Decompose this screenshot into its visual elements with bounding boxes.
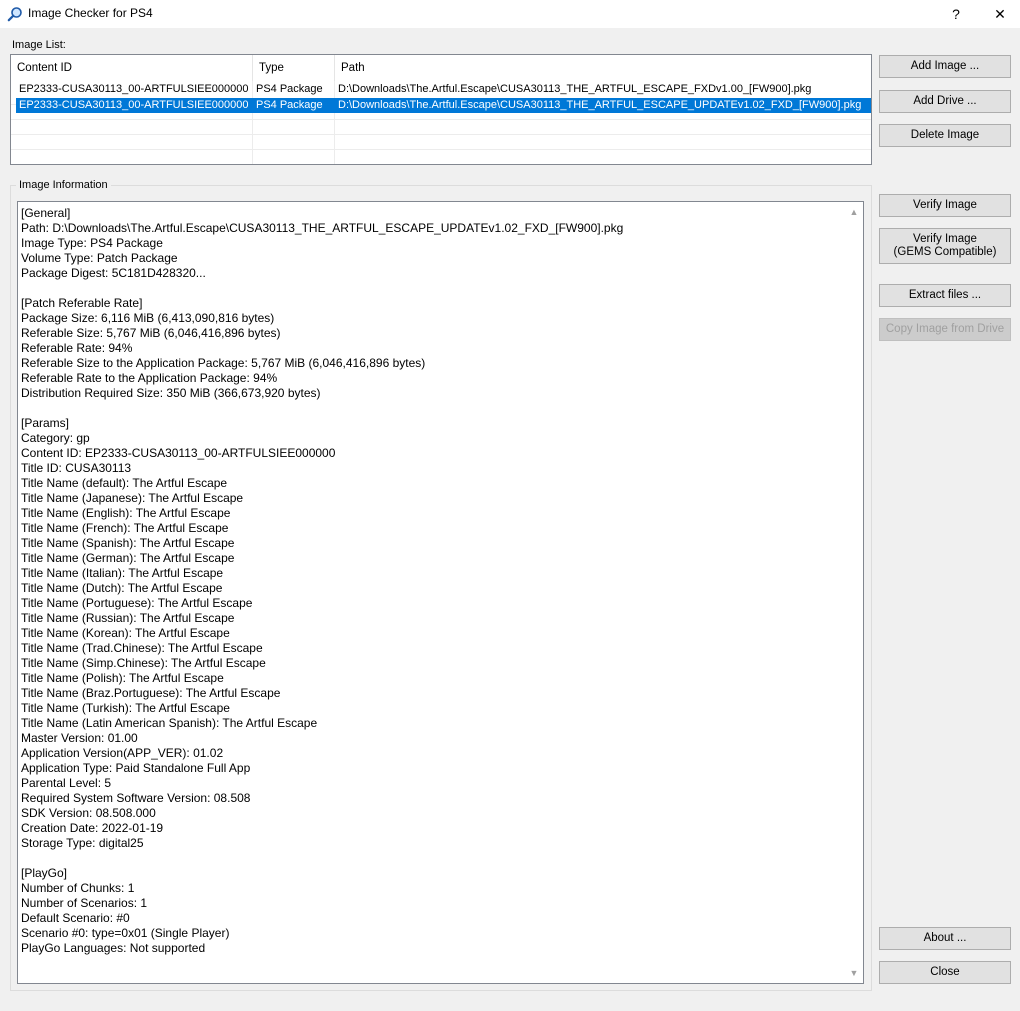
window-title: Image Checker for PS4 [28,6,153,20]
close-window-button[interactable]: ✕ [978,0,1020,28]
info-line: Parental Level: 5 [21,776,112,790]
info-line: Referable Rate to the Application Packag… [21,371,278,385]
info-line: Title Name (Korean): The Artful Escape [21,626,230,640]
list-header: Content ID Type Path [11,55,871,81]
info-line: Path: D:\Downloads\The.Artful.Escape\CUS… [21,221,624,235]
info-line: Title Name (Braz.Portuguese): The Artful… [21,686,281,700]
info-line: Title Name (Simp.Chinese): The Artful Es… [21,656,266,670]
info-line: PlayGo Languages: Not supported [21,941,206,955]
title-bar: Image Checker for PS4 ? ✕ [0,0,1020,28]
info-line: Title Name (Japanese): The Artful Escape [21,491,244,505]
info-line: Title Name (Trad.Chinese): The Artful Es… [21,641,263,655]
verify-image-button[interactable]: Verify Image [879,194,1011,217]
info-line: [PlayGo] [21,866,68,880]
scroll-down-icon[interactable]: ▼ [848,967,860,979]
cell-type: PS4 Package [256,83,323,95]
magnifier-app-icon [7,7,22,22]
column-header-path[interactable]: Path [335,55,871,81]
info-line: Required System Software Version: 08.508 [21,791,251,805]
info-line: Title Name (Italian): The Artful Escape [21,566,224,580]
add-drive-button[interactable]: Add Drive ... [879,90,1011,113]
image-information-text: [General] Path: D:\Downloads\The.Artful.E… [21,206,841,956]
info-line: Number of Scenarios: 1 [21,896,148,910]
extract-files-button[interactable]: Extract files ... [879,284,1011,307]
info-line: [Patch Referable Rate] [21,296,143,310]
image-list-label: Image List: [12,39,66,51]
verify-gems-line1: Verify Image [913,233,977,245]
info-line: Scenario #0: type=0x01 (Single Player) [21,926,230,940]
info-line: Application Version(APP_VER): 01.02 [21,746,224,760]
add-image-button[interactable]: Add Image ... [879,55,1011,78]
delete-image-button[interactable]: Delete Image [879,124,1011,147]
info-line: Application Type: Paid Standalone Full A… [21,761,251,775]
row-gridline [11,134,871,135]
row-gridline [11,119,871,120]
info-line: Referable Rate: 94% [21,341,133,355]
about-button[interactable]: About ... [879,927,1011,950]
info-line: SDK Version: 08.508.000 [21,806,156,820]
info-line: Content ID: EP2333-CUSA30113_00-ARTFULSI… [21,446,336,460]
info-line: Title Name (Latin American Spanish): The… [21,716,318,730]
info-line: Title ID: CUSA30113 [21,461,132,475]
info-line: Title Name (French): The Artful Escape [21,521,229,535]
info-line: Storage Type: digital25 [21,836,144,850]
info-line: Creation Date: 2022-01-19 [21,821,164,835]
info-line: [General] [21,206,71,220]
info-line: Title Name (Polish): The Artful Escape [21,671,224,685]
close-button[interactable]: Close [879,961,1011,984]
table-row[interactable]: EP2333-CUSA30113_00-ARTFULSIEE000000 PS4… [16,82,871,97]
info-line: Title Name (Portuguese): The Artful Esca… [21,596,253,610]
info-line: Title Name (Spanish): The Artful Escape [21,536,235,550]
cell-content-id: EP2333-CUSA30113_00-ARTFULSIEE000000 [19,83,249,95]
info-line: Title Name (default): The Artful Escape [21,476,228,490]
info-line: Title Name (Turkish): The Artful Escape [21,701,230,715]
info-line: Title Name (German): The Artful Escape [21,551,235,565]
info-line: Volume Type: Patch Package [21,251,178,265]
info-line: Title Name (Dutch): The Artful Escape [21,581,223,595]
cell-type: PS4 Package [256,99,323,111]
info-line [21,851,841,866]
info-line: Title Name (Russian): The Artful Escape [21,611,235,625]
row-gridline [11,149,871,150]
info-line: Category: gp [21,431,90,445]
cell-content-id: EP2333-CUSA30113_00-ARTFULSIEE000000 [19,99,249,111]
info-line: Title Name (English): The Artful Escape [21,506,231,520]
info-line: Referable Size to the Application Packag… [21,356,426,370]
image-information-textbox[interactable]: [General] Path: D:\Downloads\The.Artful.E… [17,201,864,984]
info-line: Distribution Required Size: 350 MiB (366… [21,386,321,400]
info-line: Referable Size: 5,767 MiB (6,046,416,896… [21,326,281,340]
help-button[interactable]: ? [934,0,978,28]
info-line: Master Version: 01.00 [21,731,138,745]
info-line: Package Digest: 5C181D428320... [21,266,206,280]
cell-path: D:\Downloads\The.Artful.Escape\CUSA30113… [338,99,862,111]
info-line: Default Scenario: #0 [21,911,130,925]
image-information-label: Image Information [16,179,111,191]
cell-path: D:\Downloads\The.Artful.Escape\CUSA30113… [338,83,812,95]
info-line: Package Size: 6,116 MiB (6,413,090,816 b… [21,311,275,325]
info-line: [Params] [21,416,70,430]
column-header-content-id[interactable]: Content ID [11,55,253,81]
scroll-up-icon[interactable]: ▲ [848,206,860,218]
verify-gems-line2: (GEMS Compatible) [893,246,997,258]
info-line [21,401,841,416]
column-header-type[interactable]: Type [253,55,335,81]
info-line [21,281,841,296]
info-line: Image Type: PS4 Package [21,236,163,250]
verify-image-gems-button[interactable]: Verify Image (GEMS Compatible) [879,228,1011,264]
table-row-selected[interactable]: EP2333-CUSA30113_00-ARTFULSIEE000000 PS4… [16,98,871,113]
copy-image-from-drive-button[interactable]: Copy Image from Drive [879,318,1011,341]
info-line: Number of Chunks: 1 [21,881,135,895]
image-list[interactable]: Content ID Type Path EP2333-CUSA30113_00… [10,54,872,165]
